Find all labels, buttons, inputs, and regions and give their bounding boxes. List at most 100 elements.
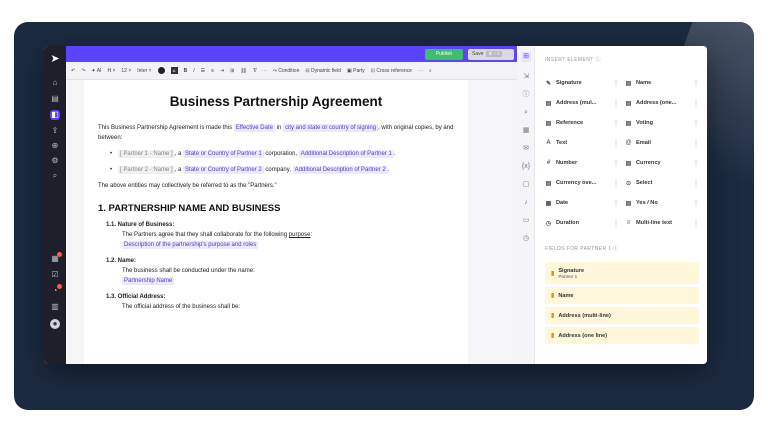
- field-partner1-state[interactable]: State or Country of Partner 1: [183, 150, 264, 158]
- field-partner2-name[interactable]: [ Partner 2 - Name ]: [118, 166, 175, 174]
- drag-handle-icon[interactable]: ⋮: [693, 140, 699, 147]
- drag-handle-icon[interactable]: ⋮: [693, 160, 699, 167]
- drag-handle-icon[interactable]: ⋮: [613, 120, 619, 127]
- partner-field[interactable]: ▮ Address (multi-line): [545, 307, 699, 324]
- element-address-one[interactable]: ▤ Address (one... ⋮: [625, 93, 699, 113]
- publish-button[interactable]: Publish: [425, 49, 463, 60]
- partner-field[interactable]: ▮ Signature Partner 1: [545, 262, 699, 284]
- cross-reference-button[interactable]: ⊡ Cross reference: [371, 68, 412, 74]
- tab-calendar-icon[interactable]: ▦: [521, 126, 531, 136]
- party-button[interactable]: ▣ Party: [347, 68, 365, 74]
- bold-button[interactable]: B: [184, 68, 188, 74]
- field-partner2-description[interactable]: Additional Description of Partner 2: [292, 166, 388, 174]
- partner-field[interactable]: ▮ Name: [545, 287, 699, 304]
- field-city-state[interactable]: city and state or country of signing: [283, 124, 379, 132]
- partner-field[interactable]: ▮ Address (one line): [545, 327, 699, 344]
- add-icon[interactable]: ⊕: [50, 141, 60, 151]
- tab-mail-icon[interactable]: ✉: [521, 144, 531, 154]
- condition-button[interactable]: ⤳ Condition: [273, 68, 300, 74]
- element-text[interactable]: A Text ⋮: [545, 133, 619, 153]
- documents-icon[interactable]: ▤: [50, 94, 60, 104]
- drag-handle-icon[interactable]: ⋮: [613, 220, 619, 227]
- element-date[interactable]: ▦ Date ⋮: [545, 193, 619, 213]
- list-item[interactable]: [ Partner 2 - Name ], a State or Country…: [110, 165, 454, 175]
- subsection-1-1[interactable]: 1.1. Nature of Business: The Partners ag…: [106, 220, 454, 250]
- element-yes-no[interactable]: ▤ Yes / No ⋮: [625, 193, 699, 213]
- notifications-icon[interactable]: ◔: [50, 284, 62, 296]
- entities-paragraph[interactable]: The above entities may collectively be r…: [98, 181, 454, 191]
- tab-insert-icon[interactable]: ⊞: [521, 52, 531, 62]
- element-voting[interactable]: ▤ Voting ⋮: [625, 113, 699, 133]
- drag-handle-icon[interactable]: ⋮: [693, 80, 699, 87]
- align-icon[interactable]: ≡: [211, 68, 214, 74]
- highlight-icon[interactable]: A: [170, 67, 178, 74]
- tab-history-icon[interactable]: ◷: [521, 234, 531, 244]
- document-title[interactable]: Business Partnership Agreement: [98, 94, 454, 109]
- tab-variables-icon[interactable]: {x}: [521, 162, 531, 172]
- element-multiline-text[interactable]: ≡ Multi-line text ⋮: [625, 213, 699, 233]
- clear-format-icon[interactable]: T̸: [253, 68, 256, 74]
- settings-icon[interactable]: ⚙: [50, 156, 60, 166]
- drag-handle-icon[interactable]: ⋮: [613, 80, 619, 87]
- element-signature[interactable]: ✎ Signature ⋮: [545, 73, 619, 93]
- field-partnership-name[interactable]: Partnership Name: [122, 277, 175, 285]
- drag-handle-icon[interactable]: ⋮: [693, 180, 699, 187]
- field-partner2-state[interactable]: State or Country of Partner 2: [183, 166, 264, 174]
- font-size-select[interactable]: 12 ˅: [121, 68, 131, 74]
- link-icon[interactable]: ⛓: [240, 68, 246, 74]
- undo-icon[interactable]: ↶: [71, 68, 75, 74]
- avatar[interactable]: ●: [50, 319, 60, 329]
- save-button[interactable]: Save ⌘ + S: [468, 49, 514, 60]
- subsection-1-2[interactable]: 1.2. Name: The business shall be conduct…: [106, 256, 454, 286]
- drag-handle-icon[interactable]: ⋮: [613, 140, 619, 147]
- toolbar-more-icon[interactable]: ⋯: [418, 68, 423, 74]
- indent-icon[interactable]: ⇥: [220, 68, 224, 74]
- drag-handle-icon[interactable]: ⋮: [693, 220, 699, 227]
- drag-handle-icon[interactable]: ⋮: [693, 100, 699, 107]
- element-currency[interactable]: ▤ Currency ⋮: [625, 153, 699, 173]
- field-partner1-description[interactable]: Additional Description of Partner 1: [298, 150, 394, 158]
- element-name[interactable]: ▤ Name ⋮: [625, 73, 699, 93]
- list-item[interactable]: [ Partner 1 - Name ], a State or Country…: [110, 149, 454, 159]
- ai-button[interactable]: ✦ AI: [91, 68, 101, 74]
- element-email[interactable]: @ Email ⋮: [625, 133, 699, 153]
- drag-handle-icon[interactable]: ⋮: [613, 200, 619, 207]
- element-currency-over[interactable]: ▤ Currency ove... ⋮: [545, 173, 619, 193]
- bullet-list-icon[interactable]: ☰: [201, 68, 205, 74]
- dynamic-field-button[interactable]: ⊟ Dynamic field: [305, 68, 341, 74]
- tab-flow-icon[interactable]: ⇲: [521, 72, 531, 82]
- tab-archive-icon[interactable]: ▭: [521, 216, 531, 226]
- more-icon[interactable]: ⋯: [262, 68, 267, 74]
- app-logo-icon[interactable]: ➤: [50, 54, 60, 65]
- italic-button[interactable]: I: [193, 68, 194, 74]
- element-number[interactable]: # Number ⋮: [545, 153, 619, 173]
- drag-handle-icon[interactable]: ⋮: [613, 160, 619, 167]
- intro-paragraph[interactable]: This Business Partnership Agreement is m…: [98, 123, 454, 143]
- text-color-icon[interactable]: [157, 67, 165, 74]
- inbox-icon[interactable]: ▦: [50, 252, 62, 264]
- tab-search-icon[interactable]: ⌕: [521, 108, 531, 118]
- element-duration[interactable]: ◷ Duration ⋮: [545, 213, 619, 233]
- find-icon[interactable]: ⌕: [429, 68, 432, 74]
- table-icon[interactable]: ⊞: [230, 68, 234, 74]
- font-select[interactable]: Inter ˅: [137, 68, 151, 74]
- building-icon[interactable]: ▥: [50, 302, 60, 312]
- element-select[interactable]: ⊙ Select ⋮: [625, 173, 699, 193]
- search-icon[interactable]: ⌕: [50, 171, 60, 181]
- drag-handle-icon[interactable]: ⋮: [693, 200, 699, 207]
- upload-icon[interactable]: ⇪: [50, 126, 60, 136]
- tab-comments-icon[interactable]: ▢: [521, 180, 531, 190]
- field-effective-date[interactable]: Effective Date: [233, 124, 275, 132]
- field-partnership-purpose[interactable]: Description of the partnership's purpose…: [122, 241, 259, 249]
- subsection-1-3[interactable]: 1.3. Official Address: The official addr…: [106, 292, 454, 312]
- element-reference[interactable]: ▤ Reference ⋮: [545, 113, 619, 133]
- templates-icon[interactable]: ◧: [50, 110, 60, 120]
- tab-bell-icon[interactable]: ♪: [521, 198, 531, 208]
- drag-handle-icon[interactable]: ⋮: [693, 120, 699, 127]
- section-heading[interactable]: 1. PARTNERSHIP NAME AND BUSINESS: [98, 203, 454, 214]
- heading-select[interactable]: H ˅: [107, 68, 115, 74]
- redo-icon[interactable]: ↷: [81, 68, 85, 74]
- drag-handle-icon[interactable]: ⋮: [613, 180, 619, 187]
- document-page[interactable]: Business Partnership Agreement This Busi…: [84, 80, 468, 364]
- field-partner1-name[interactable]: [ Partner 1 - Name ]: [118, 150, 175, 158]
